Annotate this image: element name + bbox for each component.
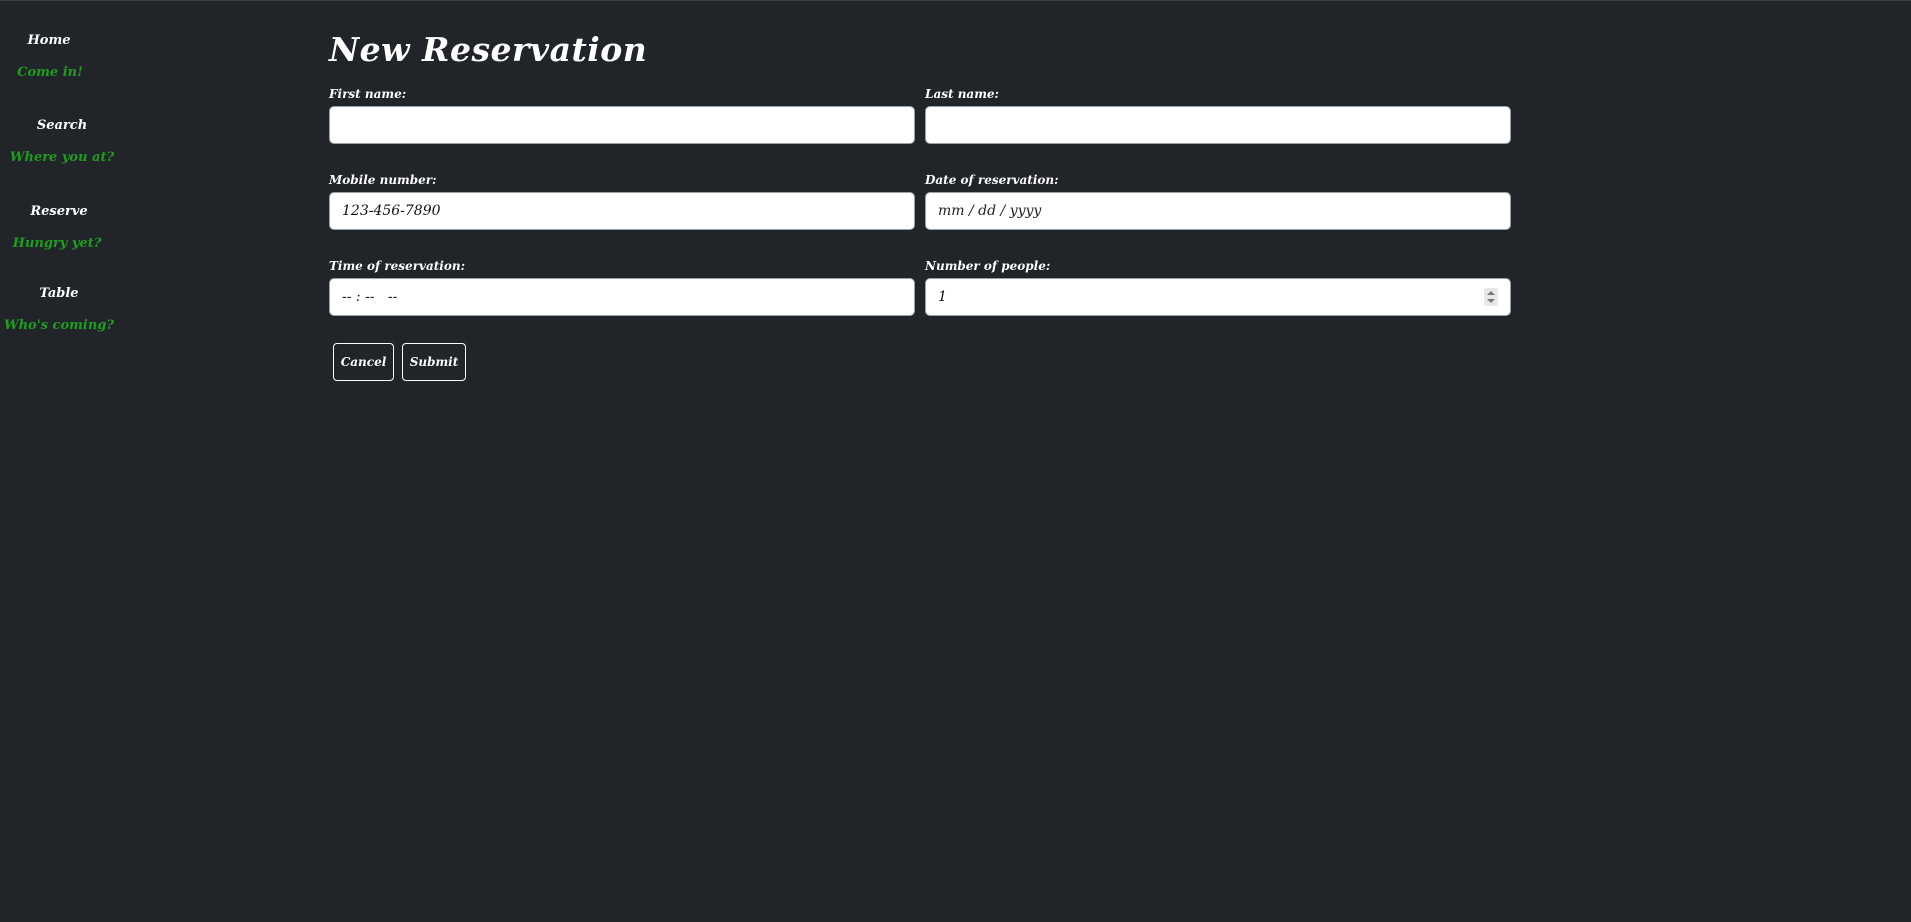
form-row-names: First name: Last name:: [329, 86, 1511, 161]
first-name-input[interactable]: [329, 106, 915, 144]
reservation-form: New Reservation First name: Last name: M…: [329, 28, 1511, 381]
first-name-label: First name:: [329, 87, 407, 101]
last-name-group: Last name:: [925, 86, 1511, 144]
sidebar-item-reserve-subtitle: Hungry yet?: [12, 236, 102, 251]
form-row-details: Time of reservation: -- : -- -- Number o…: [329, 258, 1511, 333]
date-label: Date of reservation:: [925, 173, 1059, 187]
number-stepper[interactable]: [1484, 288, 1498, 306]
date-input[interactable]: mm / dd / yyyy: [925, 192, 1511, 230]
sidebar-item-search[interactable]: Search Where you at?: [0, 118, 120, 166]
top-border: [0, 0, 1911, 1]
sidebar-nav: Home Come in! Search Where you at? Reser…: [0, 0, 120, 922]
time-label: Time of reservation:: [329, 259, 466, 273]
time-group: Time of reservation: -- : -- --: [329, 258, 915, 316]
page-title: New Reservation: [329, 30, 648, 69]
date-placeholder: mm / dd / yyyy: [938, 203, 1042, 219]
sidebar-item-home-title: Home: [27, 33, 71, 48]
sidebar-item-search-subtitle: Where you at?: [9, 150, 115, 165]
people-input[interactable]: 1: [925, 278, 1511, 316]
people-value: 1: [938, 289, 947, 305]
mobile-label: Mobile number:: [329, 173, 437, 187]
people-group: Number of people: 1: [925, 258, 1511, 316]
sidebar-item-reserve[interactable]: Reserve Hungry yet?: [0, 204, 120, 252]
people-label: Number of people:: [925, 259, 1051, 273]
last-name-label: Last name:: [925, 87, 999, 101]
sidebar-item-home[interactable]: Home Come in!: [0, 33, 120, 81]
time-placeholder: -- : -- --: [342, 289, 398, 305]
mobile-group: Mobile number: 123-456-7890: [329, 172, 915, 230]
mobile-input[interactable]: 123-456-7890: [329, 192, 915, 230]
first-name-group: First name:: [329, 86, 915, 144]
sidebar-item-reserve-title: Reserve: [30, 204, 88, 219]
sidebar-item-home-subtitle: Come in!: [17, 65, 83, 80]
sidebar-item-table-title: Table: [39, 286, 79, 301]
form-row-contact: Mobile number: 123-456-7890 Date of rese…: [329, 172, 1511, 247]
chevron-up-icon[interactable]: [1487, 291, 1495, 295]
sidebar-item-table[interactable]: Table Who's coming?: [0, 286, 120, 334]
last-name-input[interactable]: [925, 106, 1511, 144]
cancel-button[interactable]: Cancel: [333, 343, 394, 381]
form-actions: Cancel Submit: [329, 343, 1511, 383]
sidebar-item-search-title: Search: [36, 118, 88, 133]
time-input[interactable]: -- : -- --: [329, 278, 915, 316]
date-group: Date of reservation: mm / dd / yyyy: [925, 172, 1511, 230]
submit-button[interactable]: Submit: [402, 343, 466, 381]
chevron-down-icon[interactable]: [1487, 299, 1495, 303]
sidebar-item-table-subtitle: Who's coming?: [4, 318, 114, 333]
